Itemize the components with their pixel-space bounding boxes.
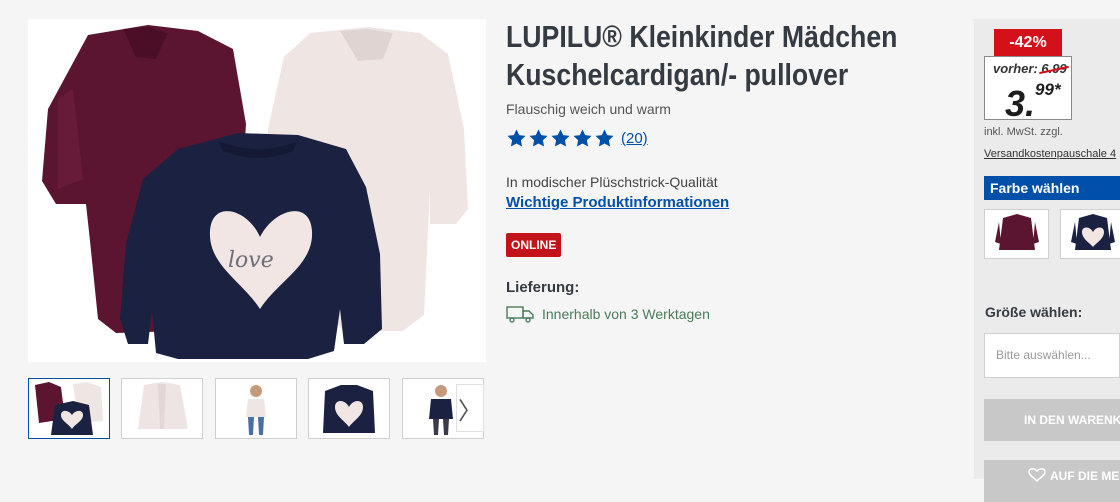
product-description: In modischer Plüschstrick-Qualität	[506, 174, 718, 190]
discount-badge: -42%	[994, 29, 1062, 57]
thumbnail-3[interactable]	[215, 378, 297, 439]
price-cents: 99*	[1035, 80, 1061, 99]
rating[interactable]: (20)	[506, 128, 648, 149]
old-price: vorher: 6.99	[993, 61, 1067, 76]
product-title: LUPILU® Kleinkinder Mädchen Kuschelcardi…	[506, 19, 898, 92]
main-product-image[interactable]: love	[28, 19, 486, 362]
shipping-link[interactable]: Versandkostenpauschale 4	[984, 148, 1116, 160]
chevron-right-icon[interactable]: 〉	[456, 384, 484, 432]
color-swatch-burgundy[interactable]	[984, 209, 1049, 259]
thumbnail-4[interactable]	[308, 378, 390, 439]
heart-icon	[1028, 468, 1046, 483]
swatch-image	[995, 214, 1039, 250]
star-icon	[595, 129, 614, 147]
add-to-wishlist-button[interactable]: AUF DIE MERKLISTE	[984, 460, 1120, 502]
delivery-text: Innerhalb von 3 Werktagen	[542, 306, 710, 322]
thumbnail-image	[246, 385, 266, 435]
thumbnail-2[interactable]	[121, 378, 203, 439]
thumbnail-image	[35, 382, 103, 435]
color-select-header: Farbe wählen	[984, 176, 1120, 200]
product-photo: love	[42, 25, 468, 359]
thumbnail-1[interactable]	[28, 378, 110, 439]
product-subtitle: Flauschig weich und warm	[506, 101, 671, 117]
price-main: 3.	[1005, 83, 1036, 124]
old-price-value: 6.99	[1041, 61, 1067, 76]
online-badge: ONLINE	[506, 233, 562, 257]
size-select[interactable]: Bitte auswählen...	[984, 333, 1120, 378]
thumbnail-image	[323, 385, 375, 433]
vat-note: inkl. MwSt. zzgl.	[984, 126, 1063, 138]
color-swatch-navy[interactable]	[1060, 209, 1120, 259]
star-icon	[507, 129, 526, 147]
thumbnail-image	[138, 382, 188, 429]
add-to-cart-button[interactable]: IN DEN WARENKORB	[984, 399, 1120, 441]
swatch-image	[1071, 214, 1115, 250]
review-count-link[interactable]: (20)	[621, 130, 648, 147]
star-icon	[529, 129, 548, 147]
svg-text:love: love	[228, 248, 274, 273]
delivery-info: Innerhalb von 3 Werktagen	[506, 305, 710, 323]
size-select-label: Größe wählen:	[985, 304, 1083, 320]
rating-stars	[506, 128, 615, 149]
star-icon	[551, 129, 570, 147]
old-price-label: vorher:	[993, 61, 1038, 76]
delivery-label: Lieferung:	[506, 279, 580, 296]
product-info-link[interactable]: Wichtige Produktinformationen	[506, 194, 729, 211]
price-box: vorher: 6.99 3.99*	[984, 56, 1072, 123]
current-price: 3.99*	[1005, 79, 1061, 123]
truck-icon	[506, 306, 534, 323]
wishlist-label: AUF DIE MERKLISTE	[1050, 469, 1120, 483]
star-icon	[573, 129, 592, 147]
